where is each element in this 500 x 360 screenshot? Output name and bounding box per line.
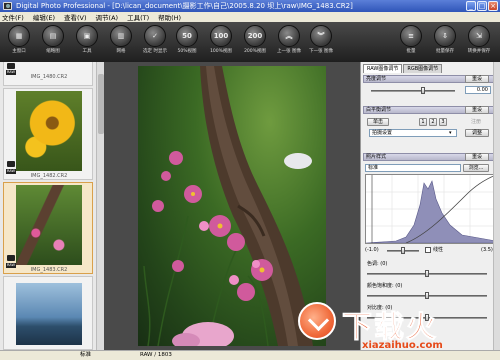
linear-label: 线性 — [433, 247, 444, 253]
thumbnail-icon: ▤ — [42, 25, 64, 47]
checkmark-icon: ✓ — [144, 25, 166, 47]
chevron-down-icon[interactable]: ▾ — [449, 130, 452, 136]
histogram-graph — [365, 174, 497, 244]
app-icon — [3, 2, 12, 10]
histogram-left-value: (-1.0) — [365, 247, 379, 253]
picture-style-browse-button[interactable]: 浏览... — [463, 164, 489, 172]
view-100-button[interactable]: 100 100%视图 — [206, 25, 236, 54]
camera-icon — [7, 161, 15, 167]
main-window-button[interactable]: ▦ 主窗口 — [4, 25, 34, 54]
status-info: RAW / 1803 — [140, 352, 172, 358]
previous-image-button[interactable]: ︽ 上一张 图像 — [274, 25, 304, 54]
wb-step-1[interactable]: 1 — [419, 118, 427, 126]
thumbnail-image — [16, 283, 82, 345]
window-title: Digital Photo Professional - [D:\lican_d… — [16, 2, 353, 10]
brightness-value[interactable]: 0.00 — [465, 86, 491, 94]
thumbnail-item[interactable]: RAW IMG_1480.CR2 — [3, 62, 93, 86]
close-button[interactable]: × — [488, 1, 498, 11]
white-balance-reset-button[interactable]: 重设 — [465, 106, 489, 114]
tab-raw-adjust[interactable]: RAW图像调节 — [363, 64, 403, 73]
batch-icon: ≡ — [400, 25, 422, 47]
thumbnail-item[interactable]: RAW IMG_1482.CR2 — [3, 88, 93, 180]
view-200-button[interactable]: 200 200%视图 — [240, 25, 270, 54]
batch-button[interactable]: ≡ 批量 — [396, 25, 426, 54]
thumbnail-image — [16, 91, 82, 171]
wb-preset-select[interactable]: 拍摄设置 — [369, 129, 457, 137]
main-window-icon: ▦ — [8, 25, 30, 47]
camera-icon — [7, 63, 15, 69]
saturation-slider[interactable] — [367, 292, 487, 299]
click-white-balance-button[interactable]: 单击 — [367, 118, 389, 126]
thumbnail-caption: IMG_1480.CR2 — [30, 74, 68, 80]
tools-button[interactable]: ▣ 工具 — [72, 25, 102, 54]
batch-save-icon: ⇩ — [434, 25, 456, 47]
menu-tools[interactable]: 工具(T) — [127, 12, 149, 22]
toolbar: ▦ 主窗口 ▤ 缩略图 ▣ 工具 ▥ 网格 ✓ 选定 时显示 50 50%视图 … — [0, 22, 500, 62]
wb-register-label[interactable]: 注册 — [471, 119, 481, 125]
down-arrow-icon: ︾ — [310, 25, 332, 47]
zoom-100-icon: 100 — [210, 25, 232, 47]
camera-icon — [7, 255, 15, 261]
thumbnail-button[interactable]: ▤ 缩略图 — [38, 25, 68, 54]
picture-style-reset-button[interactable]: 重设 — [465, 153, 489, 161]
maximize-button[interactable]: □ — [477, 1, 487, 11]
show-selected-button[interactable]: ✓ 选定 时显示 — [140, 25, 170, 54]
view-50-button[interactable]: 50 50%视图 — [172, 25, 202, 54]
zoom-50-icon: 50 — [176, 25, 198, 47]
hue-label: 色调: (0) — [367, 261, 388, 267]
status-style: 标准 — [80, 352, 92, 358]
brightness-slider[interactable] — [371, 87, 455, 94]
thumbnail-panel: RAW IMG_1480.CR2 RAW IMG_1482.CR2 RAW IM… — [0, 62, 104, 350]
histogram-right-value: (3.5) — [481, 247, 493, 253]
zoom-200-icon: 200 — [244, 25, 266, 47]
picture-style-select[interactable]: 标准 — [365, 164, 461, 172]
histogram-range-slider[interactable] — [387, 247, 419, 254]
brightness-reset-button[interactable]: 重设 — [465, 75, 489, 83]
saturation-label: 颜色饱和度: (0) — [367, 283, 403, 289]
watermark-logo-icon — [298, 302, 336, 340]
thumbnail-caption: IMG_1482.CR2 — [30, 173, 68, 179]
wb-step-3[interactable]: 3 — [439, 118, 447, 126]
hue-slider[interactable] — [367, 270, 487, 277]
grid-button[interactable]: ▥ 网格 — [106, 25, 136, 54]
menu-help[interactable]: 帮助(H) — [158, 12, 181, 22]
title-bar: Digital Photo Professional - [D:\lican_d… — [0, 0, 500, 12]
batch-save-button[interactable]: ⇩ 批量保存 — [430, 25, 460, 54]
convert-save-button[interactable]: ⇲ 转换并保存 — [464, 25, 494, 54]
wb-step-2[interactable]: 2 — [429, 118, 437, 126]
menu-bar: 文件(F) 编辑(E) 查看(V) 调节(A) 工具(T) 帮助(H) — [0, 12, 500, 22]
up-arrow-icon: ︽ — [278, 25, 300, 47]
grid-icon: ▥ — [110, 25, 132, 47]
tools-icon: ▣ — [76, 25, 98, 47]
menu-edit[interactable]: 编辑(E) — [33, 12, 55, 22]
thumbnail-caption: IMG_1483.CR2 — [30, 267, 68, 273]
watermark: 下载火 xiazaihuo.com — [296, 300, 500, 360]
convert-save-icon: ⇲ — [468, 25, 490, 47]
thumbnail-image — [16, 185, 82, 265]
wb-adjust-button[interactable]: 调整 — [465, 129, 489, 137]
tone-curve-histogram[interactable] — [365, 174, 497, 244]
watermark-url: xiazaihuo.com — [362, 340, 443, 351]
thumbnail-item-selected[interactable]: RAW IMG_1483.CR2 — [3, 182, 93, 274]
thumbnail-scrollbar[interactable] — [96, 62, 104, 350]
menu-adjust[interactable]: 调节(A) — [96, 12, 119, 22]
menu-file[interactable]: 文件(F) — [2, 12, 24, 22]
linear-checkbox[interactable] — [425, 247, 431, 253]
thumbnail-item[interactable] — [3, 276, 93, 350]
palette-tabs: RAW图像调节 RGB图像调节 — [363, 64, 443, 73]
next-image-button[interactable]: ︾ 下一张 图像 — [306, 25, 336, 54]
minimize-button[interactable]: _ — [466, 1, 476, 11]
tab-rgb-adjust[interactable]: RGB图像调节 — [403, 64, 443, 73]
menu-view[interactable]: 查看(V) — [64, 12, 87, 22]
